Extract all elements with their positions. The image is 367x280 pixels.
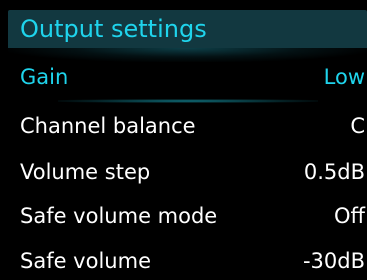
page-title: Output settings bbox=[20, 15, 207, 43]
output-settings-screen: Output settings Gain Low Channel balance… bbox=[8, 0, 367, 275]
menu-item-channel-balance[interactable]: Channel balance C bbox=[8, 107, 367, 145]
menu-item-value: Off bbox=[334, 204, 365, 228]
menu-item-volume-step[interactable]: Volume step 0.5dB bbox=[8, 153, 367, 191]
menu-item-value: -30dB bbox=[302, 249, 365, 273]
menu-item-label: Gain bbox=[20, 65, 69, 89]
menu-item-gain[interactable]: Gain Low bbox=[8, 58, 367, 96]
menu-item-label: Safe volume mode bbox=[20, 204, 218, 228]
menu-header: Output settings bbox=[8, 10, 367, 48]
menu-item-value: 0.5dB bbox=[303, 160, 365, 184]
menu-item-safe-volume-mode[interactable]: Safe volume mode Off bbox=[8, 197, 367, 235]
menu-item-value: C bbox=[350, 114, 365, 138]
menu-item-label: Safe volume bbox=[20, 249, 151, 273]
selection-highlight bbox=[58, 99, 318, 103]
menu-item-value: Low bbox=[323, 65, 365, 89]
menu-item-safe-volume[interactable]: Safe volume -30dB bbox=[8, 242, 367, 280]
menu-item-label: Volume step bbox=[20, 160, 151, 184]
menu-item-label: Channel balance bbox=[20, 114, 196, 138]
